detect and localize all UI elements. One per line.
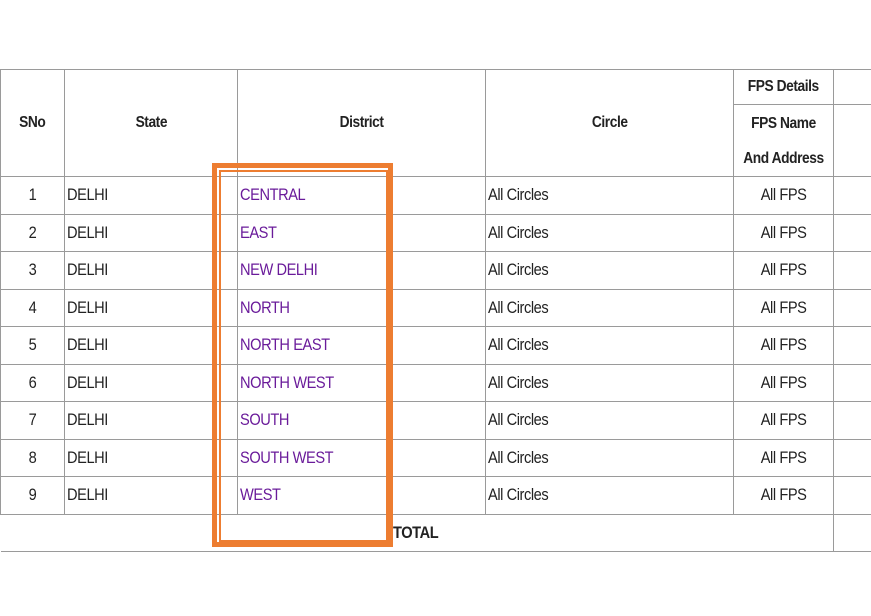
cell-fps: All FPS (733, 288, 834, 327)
fps-report-table-container: SNo State District Circle FPS Details FP… (0, 69, 871, 552)
table-row: 3DELHINEW DELHIAll CirclesAll FPS3 (0, 251, 871, 290)
cell-circle: All Circles (485, 326, 734, 365)
table-row: 8DELHISOUTH WEST All CirclesAll FPS5 (0, 438, 871, 477)
cell-sno: 7 (0, 401, 65, 440)
cell-sno: 4 (0, 288, 65, 327)
header-state: State (64, 69, 238, 177)
fps-report-table: SNo State District Circle FPS Details FP… (0, 69, 871, 552)
cell-district[interactable]: WEST (237, 476, 486, 515)
cell-state: DELHI (64, 401, 238, 440)
cell-value: 8 (833, 326, 871, 365)
cell-fps: All FPS (733, 326, 834, 365)
cell-value: 4 (833, 401, 871, 440)
district-link[interactable]: NEW DELHI (240, 260, 330, 279)
table-row: 9DELHIWEST All CirclesAll FPS8 (0, 476, 871, 515)
cell-district[interactable]: EAST (237, 213, 486, 252)
district-link[interactable]: NORTH EAST (240, 335, 344, 354)
header-circle: Circle (485, 69, 734, 177)
cell-fps: All FPS (733, 401, 834, 440)
cell-sno: 3 (0, 251, 65, 290)
cell-fps: All FPS (733, 251, 834, 290)
cell-sno: 8 (0, 438, 65, 477)
district-link[interactable]: SOUTH (240, 410, 297, 429)
cell-value: 3 (833, 251, 871, 290)
header-next-group (833, 69, 871, 105)
total-label: TOTAL (0, 513, 834, 552)
cell-state: DELHI (64, 251, 238, 290)
cell-circle: All Circles (485, 476, 734, 515)
cell-state: DELHI (64, 288, 238, 327)
district-link[interactable]: EAST (240, 223, 282, 242)
district-link[interactable]: CENTRAL (240, 185, 316, 204)
cell-state: DELHI (64, 213, 238, 252)
cell-fps: All FPS (733, 176, 834, 215)
cell-value: 5 (833, 438, 871, 477)
district-link[interactable]: WEST (240, 485, 287, 504)
cell-circle: All Circles (485, 213, 734, 252)
cell-state: DELHI (64, 326, 238, 365)
cell-district[interactable]: NORTH EAST (237, 326, 486, 365)
header-fps-details: FPS Details (733, 69, 834, 105)
total-row: TOTAL 6 (0, 513, 871, 552)
header-district: District (237, 69, 486, 177)
cell-district[interactable]: NORTH WEST (237, 363, 486, 402)
district-link[interactable]: SOUTH WEST (240, 448, 348, 467)
header-next-partial (833, 104, 871, 177)
cell-state: DELHI (64, 176, 238, 215)
cell-sno: 6 (0, 363, 65, 402)
cell-value: 1 (833, 288, 871, 327)
cell-fps: All FPS (733, 476, 834, 515)
district-link[interactable]: NORTH (240, 298, 298, 317)
cell-value: 8 (833, 476, 871, 515)
cell-circle: All Circles (485, 401, 734, 440)
cell-state: DELHI (64, 438, 238, 477)
cell-circle: All Circles (485, 363, 734, 402)
cell-circle: All Circles (485, 251, 734, 290)
cell-district[interactable]: SOUTH (237, 401, 486, 440)
header-sno: SNo (0, 69, 65, 177)
cell-fps: All FPS (733, 438, 834, 477)
table-row: 2DELHIEAST All CirclesAll FPS5 (0, 213, 871, 252)
cell-district[interactable]: NORTH (237, 288, 486, 327)
table-row: 5DELHINORTH EAST All CirclesAll FPS8 (0, 326, 871, 365)
cell-value: 5 (833, 213, 871, 252)
cell-value: 1 (833, 363, 871, 402)
table-row: 7DELHISOUTH All CirclesAll FPS4 (0, 401, 871, 440)
total-value: 6 (833, 513, 871, 552)
cell-district[interactable]: NEW DELHI (237, 251, 486, 290)
cell-state: DELHI (64, 476, 238, 515)
cell-sno: 1 (0, 176, 65, 215)
cell-state: DELHI (64, 363, 238, 402)
cell-circle: All Circles (485, 288, 734, 327)
table-row: 4DELHINORTH All CirclesAll FPS1 (0, 288, 871, 327)
cell-circle: All Circles (485, 176, 734, 215)
cell-value: 6 (833, 176, 871, 215)
cell-sno: 5 (0, 326, 65, 365)
header-fps-name-address: FPS Name And Address (733, 104, 834, 177)
cell-sno: 9 (0, 476, 65, 515)
cell-fps: All FPS (733, 363, 834, 402)
cell-district[interactable]: CENTRAL (237, 176, 486, 215)
district-link[interactable]: NORTH WEST (240, 373, 349, 392)
cell-fps: All FPS (733, 213, 834, 252)
cell-sno: 2 (0, 213, 65, 252)
table-row: 6DELHINORTH WEST All CirclesAll FPS1 (0, 363, 871, 402)
cell-district[interactable]: SOUTH WEST (237, 438, 486, 477)
table-row: 1DELHICENTRAL All CirclesAll FPS6 (0, 176, 871, 215)
cell-circle: All Circles (485, 438, 734, 477)
